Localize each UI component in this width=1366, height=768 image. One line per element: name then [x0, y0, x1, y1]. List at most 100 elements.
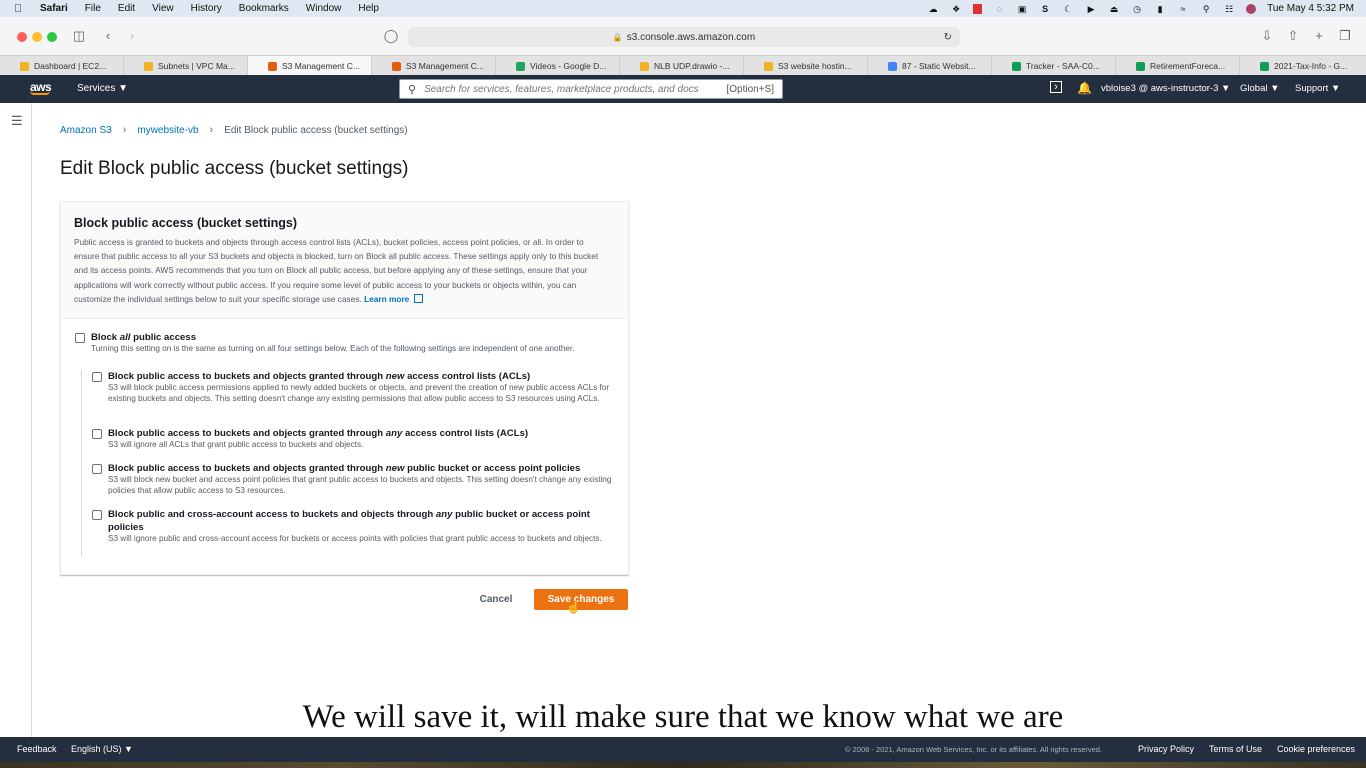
browser-tab-active[interactable]: S3 Management C...	[248, 56, 372, 76]
tab-favicon	[1012, 61, 1021, 71]
aws-logo[interactable]: aws	[30, 80, 52, 95]
menu-view[interactable]: View	[152, 3, 174, 14]
back-icon[interactable]: ‹	[100, 28, 116, 43]
siri-icon[interactable]	[1246, 3, 1257, 14]
clock-icon[interactable]: ◷	[1131, 4, 1143, 14]
browser-tab[interactable]: Dashboard | EC2...	[0, 56, 124, 76]
block-new-acls-checkbox[interactable]	[92, 372, 102, 382]
block-all-description: Turning this setting on is the same as t…	[91, 344, 575, 353]
block-any-acls-label[interactable]: Block public access to buckets and objec…	[108, 427, 618, 440]
block-any-policies-checkbox[interactable]	[92, 510, 102, 520]
downloads-icon[interactable]: ⇩	[1259, 28, 1275, 44]
menu-app-safari[interactable]: Safari	[40, 3, 68, 14]
breadcrumb-bucket[interactable]: mywebsite-vb	[137, 125, 198, 136]
tab-favicon	[640, 61, 649, 71]
services-menu[interactable]: Services ▼	[77, 83, 128, 94]
menu-help[interactable]: Help	[358, 3, 379, 14]
learn-more-link[interactable]: Learn more	[364, 293, 424, 304]
eject-icon[interactable]: ⏏	[1108, 4, 1120, 14]
browser-tab[interactable]: 2021-Tax-Info - G...	[1240, 56, 1366, 76]
moon-icon[interactable]: ☾	[1062, 4, 1074, 14]
address-bar[interactable]: 🔒 s3.console.aws.amazon.com ↻	[408, 27, 960, 47]
block-new-policies-checkbox[interactable]	[92, 464, 102, 474]
block-any-acls-checkbox[interactable]	[92, 429, 102, 439]
account-menu[interactable]: vbloise3 @ aws-instructor-3 ▼	[1101, 83, 1230, 94]
display-icon[interactable]: ▣	[1016, 4, 1028, 14]
browser-tab[interactable]: 87 - Static Websit...	[868, 56, 992, 76]
side-nav-rail: ☰	[0, 103, 32, 737]
tab-overview-icon[interactable]: ❐	[1337, 28, 1353, 44]
zoom-window-button[interactable]	[47, 32, 57, 42]
address-url: s3.console.aws.amazon.com	[626, 31, 756, 43]
browser-tab[interactable]: NLB UDP.drawio -...	[620, 56, 744, 76]
reload-icon[interactable]: ↻	[944, 32, 952, 43]
share-icon[interactable]: ⇧	[1285, 28, 1301, 44]
block-new-acls-label[interactable]: Block public access to buckets and objec…	[108, 370, 618, 383]
copyright-text: © 2008 - 2021, Amazon Web Services, Inc.…	[845, 745, 1103, 754]
browser-tab[interactable]: Videos - Google D...	[496, 56, 620, 76]
record-icon[interactable]	[973, 3, 983, 14]
language-select[interactable]: English (US) ▼	[71, 744, 133, 754]
terms-of-use-link[interactable]: Terms of Use	[1209, 744, 1262, 754]
block-new-acls-option: Block public access to buckets and objec…	[108, 370, 618, 405]
tab-favicon	[1260, 61, 1269, 71]
block-all-checkbox[interactable]	[75, 333, 85, 343]
desktop-strip	[0, 762, 1366, 768]
tab-favicon	[1136, 61, 1145, 71]
console-footer: Feedback English (US) ▼ © 2008 - 2021, A…	[0, 737, 1366, 762]
privacy-policy-link[interactable]: Privacy Policy	[1138, 744, 1194, 754]
block-new-policies-label[interactable]: Block public access to buckets and objec…	[108, 462, 618, 475]
breadcrumb-amazon-s3[interactable]: Amazon S3	[60, 125, 112, 136]
apple-icon[interactable]: 	[14, 3, 28, 15]
cloudshell-icon[interactable]: ›	[1050, 81, 1062, 93]
block-any-policies-description: S3 will ignore public and cross-account …	[108, 534, 602, 543]
search-icon[interactable]: ⚲	[1200, 4, 1212, 14]
spinner-icon[interactable]: ◌	[993, 4, 1005, 14]
cookie-preferences-link[interactable]: Cookie preferences	[1277, 744, 1355, 754]
region-menu[interactable]: Global ▼	[1240, 83, 1280, 94]
block-any-acls-description: S3 will ignore all ACLs that grant publi…	[108, 440, 364, 449]
control-center-icon[interactable]: ☷	[1223, 4, 1235, 14]
search-shortcut: [Option+S]	[726, 83, 774, 95]
minimize-window-button[interactable]	[32, 32, 42, 42]
block-any-policies-label[interactable]: Block public and cross-account access to…	[108, 508, 608, 534]
menubar-clock[interactable]: Tue May 4 5:32 PM	[1267, 3, 1354, 14]
cloud-icon[interactable]: ☁	[927, 4, 939, 14]
pointer-hand-icon: ☝	[566, 600, 581, 614]
console-search[interactable]: ⚲ [Option+S]	[399, 79, 783, 99]
notifications-bell-icon[interactable]: 🔔	[1077, 81, 1092, 95]
tab-favicon	[392, 61, 401, 71]
s-app-icon[interactable]: S	[1039, 4, 1051, 14]
browser-tab[interactable]: S3 website hostin...	[744, 56, 868, 76]
wifi-icon[interactable]: ≈	[1177, 4, 1189, 14]
save-changes-button[interactable]: Save changes	[534, 589, 628, 610]
browser-tab[interactable]: RetirementForeca...	[1116, 56, 1240, 76]
close-window-button[interactable]	[17, 32, 27, 42]
forward-icon[interactable]: ›	[124, 28, 140, 43]
browser-tab[interactable]: S3 Management C...	[372, 56, 496, 76]
external-link-icon	[414, 293, 424, 303]
feedback-link[interactable]: Feedback	[17, 744, 57, 754]
browser-tab[interactable]: Subnets | VPC Ma...	[124, 56, 248, 76]
cancel-button[interactable]: Cancel	[470, 590, 522, 609]
block-all-label[interactable]: Block all public access	[91, 331, 621, 344]
menu-history[interactable]: History	[191, 3, 222, 14]
tab-favicon	[888, 61, 897, 71]
sidebar-icon[interactable]: ◫	[71, 28, 87, 44]
menu-bookmarks[interactable]: Bookmarks	[239, 3, 289, 14]
block-public-access-panel: Block public access (bucket settings) Pu…	[60, 201, 629, 575]
menu-file[interactable]: File	[85, 3, 101, 14]
hamburger-menu-icon[interactable]: ☰	[11, 113, 23, 129]
browser-toolbar: ◫ ‹ › ◯ 🔒 s3.console.aws.amazon.com ↻ ⇩ …	[0, 17, 1366, 55]
play-icon[interactable]: ▶	[1085, 4, 1097, 14]
panel-header: Block public access (bucket settings) Pu…	[61, 202, 628, 319]
battery-icon[interactable]: ▮	[1154, 4, 1166, 14]
console-search-input[interactable]	[424, 83, 725, 95]
privacy-shield-icon[interactable]: ◯	[383, 28, 399, 44]
browser-tab[interactable]: Tracker - SAA-C0...	[992, 56, 1116, 76]
dropbox-icon[interactable]: ❖	[950, 4, 962, 14]
menu-window[interactable]: Window	[306, 3, 342, 14]
menu-edit[interactable]: Edit	[118, 3, 135, 14]
new-tab-icon[interactable]: +	[1311, 28, 1327, 43]
support-menu[interactable]: Support ▼	[1295, 83, 1340, 94]
